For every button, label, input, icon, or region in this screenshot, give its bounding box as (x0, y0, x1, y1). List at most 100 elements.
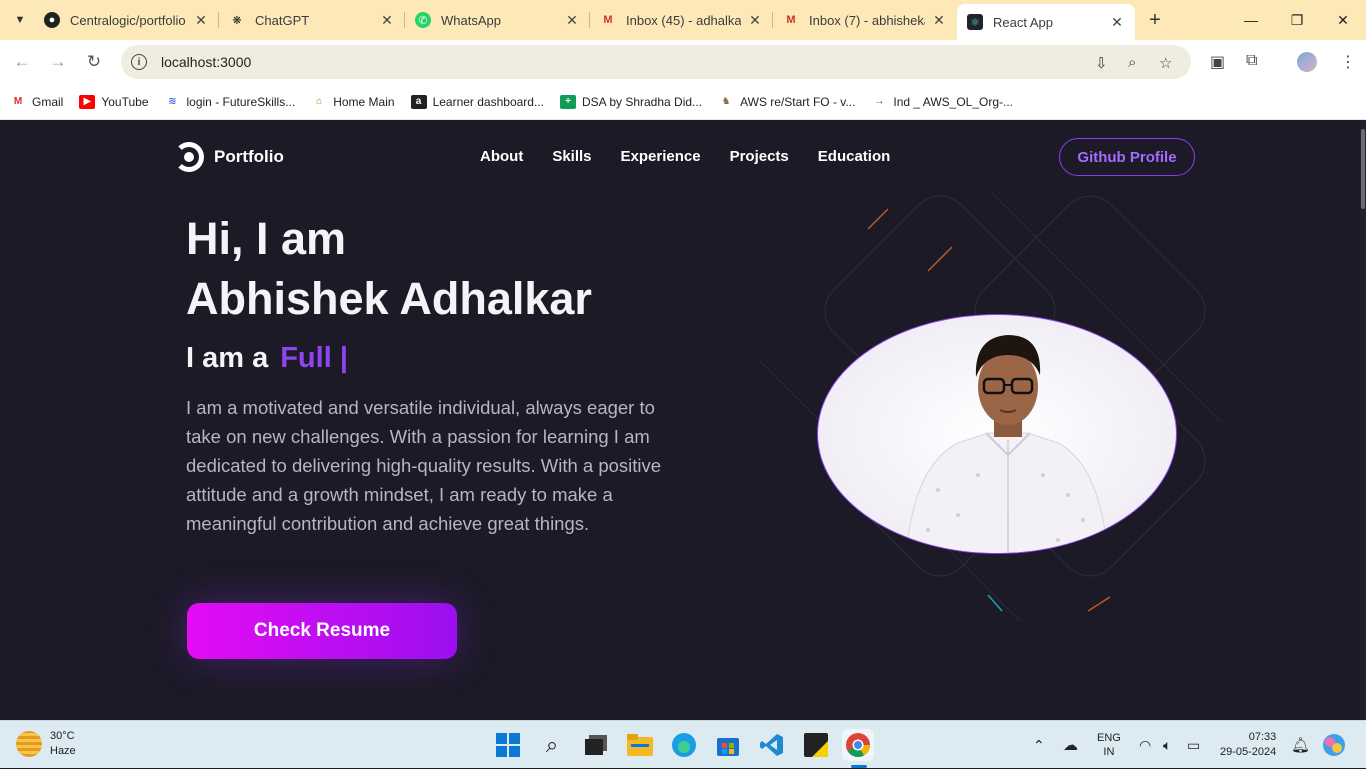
site-info-icon[interactable]: i (131, 54, 147, 70)
clock[interactable]: 07:33 29-05-2024 (1220, 721, 1276, 769)
browser-toolbar: ← → ↻ i localhost:3000 ⇩ ⌕ ☆ (0, 40, 1366, 84)
edge-icon[interactable] (668, 729, 700, 761)
sticky-notes-icon[interactable] (800, 729, 832, 761)
arrow-icon: → (874, 96, 885, 107)
tab-gmail-2[interactable]: M Inbox (7) - abhisheka ✕ (773, 0, 957, 40)
hero-bio: I am a motivated and versatile individua… (186, 397, 662, 534)
site-logo[interactable]: Portfolio (174, 142, 284, 172)
chatgpt-icon: ❋ (232, 14, 242, 27)
bookmark-youtube[interactable]: ▶ YouTube (79, 94, 149, 109)
tab-search-dropdown-icon[interactable]: ▼ (6, 6, 34, 34)
tab-title: ChatGPT (255, 12, 310, 28)
tab-title: Inbox (7) - abhisheka (809, 12, 925, 28)
restore-icon[interactable]: ❐ (1274, 0, 1320, 40)
install-app-icon[interactable]: ⇩ (1095, 54, 1108, 72)
tab-title: Centralogic/portfolio (70, 12, 186, 28)
tab-title: WhatsApp (441, 12, 501, 28)
bookmark-dsa[interactable]: + DSA by Shradha Did... (559, 94, 702, 109)
address-bar[interactable]: i localhost:3000 ⇩ ⌕ ☆ (121, 45, 1191, 79)
back-icon[interactable]: ← (4, 44, 40, 80)
tab-chatgpt[interactable]: ❋ ChatGPT ✕ (219, 0, 405, 40)
bookmark-gmail[interactable]: M Gmail (10, 95, 64, 109)
check-resume-button[interactable]: Check Resume (187, 603, 457, 659)
bookmark-futureskills[interactable]: ≋ login - FutureSkills... (165, 95, 295, 109)
close-tab-icon[interactable]: ✕ (931, 12, 947, 29)
onedrive-off-icon[interactable]: ☁ (1063, 721, 1078, 769)
tab-github[interactable]: ● Centralogic/portfolio ✕ (34, 0, 219, 40)
close-tab-icon[interactable]: ✕ (379, 12, 395, 29)
extensions-icon[interactable]: ⧉ (1246, 52, 1257, 70)
logo-icon (174, 142, 204, 172)
copilot-icon[interactable] (1322, 721, 1346, 769)
aws-icon: a (410, 94, 427, 109)
profile-avatar[interactable] (1297, 52, 1317, 72)
haze-icon (16, 731, 42, 757)
bookmark-aws-restart[interactable]: ♞ AWS re/Start FO - v... (718, 95, 856, 109)
nav-education[interactable]: Education (818, 148, 891, 165)
bookmark-star-icon[interactable]: ☆ (1159, 54, 1172, 72)
home-main-icon: ⌂ (316, 96, 323, 107)
nav-projects[interactable]: Projects (730, 148, 789, 165)
windows-taskbar: 30°C Haze ⌕ ⌃ ☁ ENG IN ◠ 🔈︎ ▭ 07:33 29-0… (0, 720, 1366, 768)
close-window-icon[interactable]: ✕ (1320, 0, 1366, 40)
tab-gmail-1[interactable]: M Inbox (45) - adhalkar ✕ (590, 0, 773, 40)
futureskills-icon: ≋ (168, 96, 177, 107)
volume-icon[interactable]: 🔈︎ (1163, 721, 1171, 769)
profile-photo (817, 314, 1177, 554)
role-prefix: I am a (186, 342, 269, 374)
hero-greeting: Hi, I am (186, 213, 347, 264)
bookmarks-bar: M Gmail ▶ YouTube ≋ login - FutureSkills...… (0, 84, 1366, 120)
bookmark-home-main[interactable]: ⌂ Home Main (311, 95, 394, 109)
whatsapp-icon: ✆ (415, 12, 431, 28)
weather-desc: Haze (50, 745, 76, 757)
browser-tab-bar: ▼ ● Centralogic/portfolio ✕ ❋ ChatGPT ✕ … (0, 0, 1366, 40)
gmail-icon: M (786, 14, 796, 26)
search-icon[interactable]: ⌕ (536, 729, 568, 761)
github-profile-button[interactable]: Github Profile (1059, 138, 1195, 176)
start-icon[interactable] (492, 729, 524, 761)
close-tab-icon[interactable]: ✕ (193, 12, 209, 29)
vscode-icon[interactable] (756, 729, 788, 761)
reload-icon[interactable]: ↻ (76, 44, 112, 80)
tab-title: Inbox (45) - adhalkar (626, 12, 741, 28)
new-tab-button[interactable]: + (1141, 9, 1169, 32)
react-icon: ⚛ (967, 14, 983, 30)
file-explorer-icon[interactable] (624, 729, 656, 761)
hero-role: I am a Full | (186, 342, 348, 375)
show-hidden-icons[interactable]: ⌃ (1033, 721, 1045, 769)
chrome-icon[interactable] (842, 729, 874, 761)
wifi-icon[interactable]: ◠ (1139, 721, 1151, 769)
url-text[interactable]: localhost:3000 (161, 54, 251, 70)
nav-about[interactable]: About (480, 148, 523, 165)
nav-skills[interactable]: Skills (552, 148, 591, 165)
bookmark-aws-ol-org[interactable]: → Ind _ AWS_OL_Org-... (871, 95, 1013, 109)
hero-name: Abhishek Adhalkar (186, 273, 592, 324)
store-icon[interactable] (712, 729, 744, 761)
weather-widget[interactable]: 30°C Haze (16, 729, 76, 759)
close-tab-icon[interactable]: ✕ (747, 12, 763, 29)
battery-icon[interactable]: ▭ (1187, 721, 1200, 769)
nav-experience[interactable]: Experience (621, 148, 701, 165)
tab-whatsapp[interactable]: ✆ WhatsApp ✕ (405, 0, 590, 40)
notification-bell-icon[interactable]: 🔔︎ (1291, 721, 1310, 769)
role-typed-text: Full | (280, 342, 348, 374)
aws-restart-icon: ♞ (721, 96, 731, 107)
bookmark-learner-dashboard[interactable]: a Learner dashboard... (410, 94, 544, 109)
language-indicator[interactable]: ENG IN (1097, 721, 1121, 769)
github-icon: ● (44, 12, 60, 28)
zoom-icon[interactable]: ⌕ (1128, 54, 1136, 71)
weather-temp: 30°C (50, 730, 75, 742)
youtube-icon: ▶ (79, 94, 96, 109)
close-tab-icon[interactable]: ✕ (564, 12, 580, 29)
task-view-icon[interactable] (580, 729, 612, 761)
portfolio-page: Portfolio About Skills Experience Projec… (0, 121, 1366, 720)
close-tab-icon[interactable]: ✕ (1109, 14, 1125, 31)
minimize-icon[interactable]: — (1228, 0, 1274, 40)
forward-icon[interactable]: → (40, 44, 76, 80)
main-nav: About Skills Experience Projects Educati… (480, 148, 919, 165)
menu-icon[interactable]: ⋮ (1340, 52, 1356, 72)
page-scrollbar[interactable] (1360, 121, 1366, 720)
gmail-icon: M (603, 14, 613, 26)
picture-in-picture-icon[interactable]: ▣ (1210, 52, 1225, 72)
tab-react-app[interactable]: ⚛ React App ✕ (957, 4, 1135, 40)
